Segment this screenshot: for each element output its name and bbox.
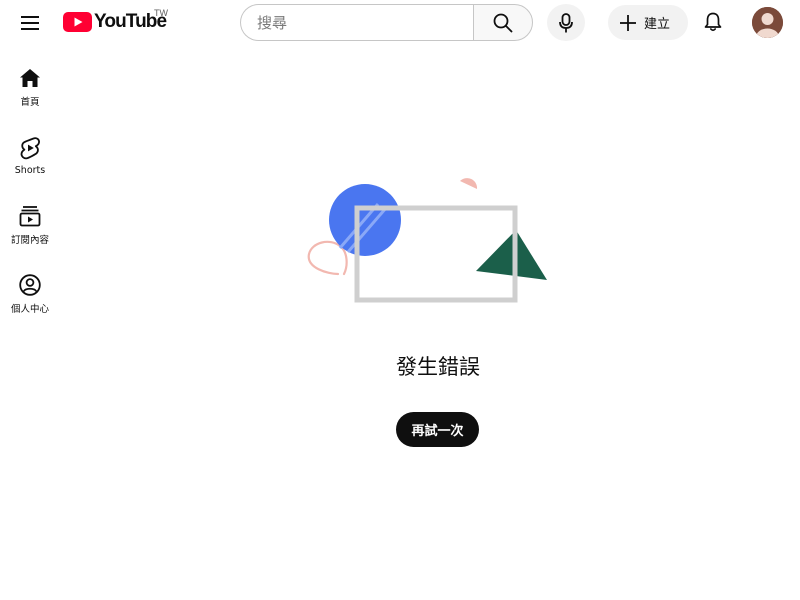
bell-icon <box>704 12 722 32</box>
subscriptions-icon <box>19 206 41 227</box>
green-triangle-shape <box>476 230 547 280</box>
sidebar-item-subscriptions[interactable]: 訂閱內容 <box>0 194 60 256</box>
search-icon <box>493 13 513 32</box>
sidebar-item-label: Shorts <box>14 165 46 176</box>
hamburger-menu-icon <box>21 16 39 30</box>
logo-country-code: TW <box>154 8 168 18</box>
guide-menu-button[interactable] <box>14 7 46 39</box>
avatar-silhouette-icon <box>752 7 783 38</box>
sidebar-item-label: 訂閱內容 <box>10 235 49 246</box>
sidebar-item-you[interactable]: 個人中心 <box>0 263 60 325</box>
voice-search-button[interactable] <box>547 4 585 41</box>
pink-semicircle-shape <box>460 178 478 189</box>
microphone-icon <box>559 12 573 32</box>
create-button-label: 建立 <box>644 17 671 32</box>
sidebar-item-home[interactable]: 首頁 <box>0 56 60 118</box>
error-illustration <box>307 178 547 303</box>
masthead: YouTube TW 建立 <box>0 0 800 44</box>
shorts-icon <box>20 137 40 160</box>
home-icon <box>20 69 40 87</box>
notifications-button[interactable] <box>696 5 730 39</box>
avatar[interactable] <box>752 7 783 38</box>
plus-icon <box>620 14 636 31</box>
search-input[interactable] <box>257 13 457 32</box>
retry-button[interactable]: 再試一次 <box>396 412 479 447</box>
youtube-logo[interactable]: YouTube <box>63 10 167 34</box>
search-box <box>240 4 474 41</box>
account-icon <box>19 274 41 296</box>
error-message: 發生錯誤 <box>396 355 480 379</box>
sidebar-item-label: 個人中心 <box>10 304 49 315</box>
search-button[interactable] <box>473 4 533 41</box>
create-button[interactable]: 建立 <box>608 5 688 40</box>
sidebar-item-shorts[interactable]: Shorts <box>0 125 60 187</box>
sidebar-item-label: 首頁 <box>20 97 40 108</box>
youtube-play-logo-icon <box>63 12 92 32</box>
